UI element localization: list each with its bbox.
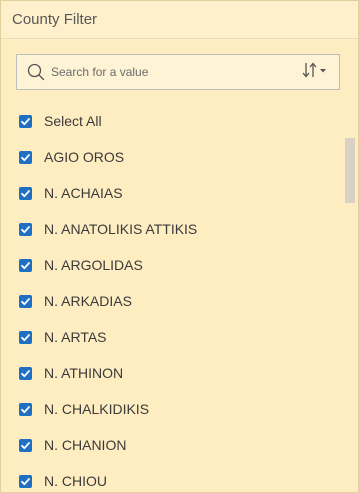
list-item-label: N. ATHINON <box>44 365 124 381</box>
county-filter-panel: County Filter Search for a value Select … <box>0 0 359 493</box>
checkbox[interactable] <box>19 294 32 308</box>
list-item-label: N. CHANION <box>44 437 127 453</box>
list-item[interactable]: AGIO OROS <box>1 139 344 175</box>
panel-body: Select All AGIO OROS N. ACHAIAS N. ANATOLIK… <box>1 40 358 492</box>
list-item-label: N. CHALKIDIKIS <box>44 401 150 417</box>
list-item[interactable]: N. CHIOU <box>1 463 344 492</box>
checkbox[interactable] <box>19 330 32 344</box>
list-item-label: N. CHIOU <box>44 473 107 489</box>
list-item[interactable]: N. ACHAIAS <box>1 175 344 211</box>
checkbox[interactable] <box>19 474 32 488</box>
list-item[interactable]: N. ATHINON <box>1 355 344 391</box>
list-item-label: AGIO OROS <box>44 149 125 165</box>
panel-title: County Filter <box>12 11 98 28</box>
checkbox[interactable] <box>19 402 32 416</box>
checkbox[interactable] <box>19 150 32 164</box>
checkbox[interactable] <box>19 114 32 128</box>
search-input[interactable] <box>51 62 299 82</box>
list-item-label: N. ACHAIAS <box>44 185 123 201</box>
list-item[interactable]: N. CHANION <box>1 427 344 463</box>
list-item-label: N. ARGOLIDAS <box>44 257 143 273</box>
sort-icon <box>301 60 331 85</box>
search-box[interactable] <box>16 54 340 90</box>
checkbox[interactable] <box>19 366 32 380</box>
checkbox[interactable] <box>19 438 32 452</box>
checkbox[interactable] <box>19 258 32 272</box>
checkbox[interactable] <box>19 186 32 200</box>
list-item[interactable]: N. ARGOLIDAS <box>1 247 344 283</box>
list-scrollbar[interactable] <box>345 138 355 203</box>
list-item[interactable]: N. ARTAS <box>1 319 344 355</box>
list-item-label: N. ARTAS <box>44 329 107 345</box>
list-item-label: N. ANATOLIKIS ATTIKIS <box>44 221 198 237</box>
sort-button[interactable] <box>299 60 333 84</box>
list-item-label: N. ARKADIAS <box>44 293 132 309</box>
select-all-item[interactable]: Select All <box>1 103 344 139</box>
list-item[interactable]: N. CHALKIDIKIS <box>1 391 344 427</box>
list-item[interactable]: N. ARKADIAS <box>1 283 344 319</box>
panel-header: County Filter <box>1 1 358 39</box>
list-item-label: Select All <box>44 113 102 129</box>
checkbox[interactable] <box>19 222 32 236</box>
value-list: Select All AGIO OROS N. ACHAIAS N. ANATOLIK… <box>1 103 344 492</box>
list-item[interactable]: N. ANATOLIKIS ATTIKIS <box>1 211 344 247</box>
search-icon <box>27 63 45 81</box>
